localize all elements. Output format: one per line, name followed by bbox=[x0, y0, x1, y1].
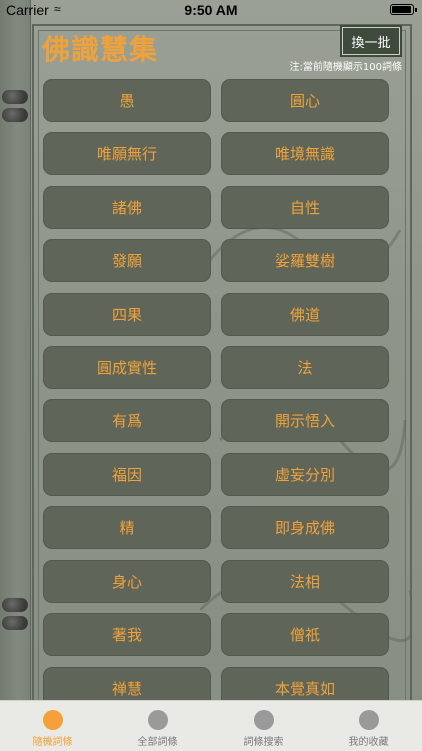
word-button[interactable]: 諸佛 bbox=[43, 186, 211, 229]
word-button[interactable]: 佛道 bbox=[221, 293, 389, 336]
word-button[interactable]: 有爲 bbox=[43, 399, 211, 442]
binding-ring bbox=[2, 108, 28, 122]
word-button[interactable]: 法 bbox=[221, 346, 389, 389]
tab-bar: 隨機詞條 全部詞條 詞條搜索 我的收藏 bbox=[0, 700, 422, 751]
word-button[interactable]: 發願 bbox=[43, 239, 211, 282]
word-button[interactable]: 即身成佛 bbox=[221, 506, 389, 549]
word-button[interactable]: 圓心 bbox=[221, 79, 389, 122]
word-button[interactable]: 自性 bbox=[221, 186, 389, 229]
word-button[interactable]: 唯願無行 bbox=[43, 132, 211, 175]
binding-ring bbox=[2, 616, 28, 630]
random-count-note: 注:當前隨機顯示100詞條 bbox=[289, 62, 402, 73]
tab-favorites[interactable]: 我的收藏 bbox=[316, 701, 421, 751]
word-button[interactable]: 精 bbox=[43, 506, 211, 549]
binding-ring bbox=[2, 598, 28, 612]
status-time: 9:50 AM bbox=[184, 2, 238, 18]
book-binding bbox=[0, 0, 31, 750]
tab-word-search[interactable]: 詞條搜索 bbox=[211, 701, 316, 751]
word-button[interactable]: 僧祇 bbox=[221, 613, 389, 656]
word-button[interactable]: 福因 bbox=[43, 453, 211, 496]
tab-label: 隨機詞條 bbox=[32, 737, 73, 748]
tab-label: 詞條搜索 bbox=[243, 737, 284, 748]
tab-label: 我的收藏 bbox=[348, 737, 389, 748]
status-bar: Carrier ≈ 9:50 AM bbox=[0, 0, 422, 20]
tab-label: 全部詞條 bbox=[137, 737, 178, 748]
word-button[interactable]: 法相 bbox=[221, 560, 389, 603]
circle-icon bbox=[253, 710, 274, 730]
word-button[interactable]: 唯境無識 bbox=[221, 132, 389, 175]
word-button[interactable]: 娑羅雙樹 bbox=[221, 239, 389, 282]
word-button[interactable]: 圓成實性 bbox=[43, 346, 211, 389]
word-button[interactable]: 著我 bbox=[43, 613, 211, 656]
page-title: 佛識慧集 bbox=[42, 33, 159, 66]
binding-ring bbox=[2, 90, 28, 104]
circle-icon bbox=[358, 710, 379, 730]
refresh-batch-button[interactable]: 換一批 bbox=[340, 25, 402, 57]
word-button[interactable]: 開示悟入 bbox=[221, 399, 389, 442]
word-button[interactable]: 身心 bbox=[43, 560, 211, 603]
word-button[interactable]: 四果 bbox=[43, 293, 211, 336]
word-button[interactable]: 虛妄分別 bbox=[221, 453, 389, 496]
word-button[interactable]: 愚 bbox=[43, 79, 211, 122]
tab-random-words[interactable]: 隨機詞條 bbox=[0, 701, 105, 751]
circle-icon bbox=[147, 710, 168, 730]
battery-icon bbox=[390, 4, 417, 15]
circle-icon bbox=[42, 710, 63, 730]
tab-all-words[interactable]: 全部詞條 bbox=[105, 701, 210, 751]
